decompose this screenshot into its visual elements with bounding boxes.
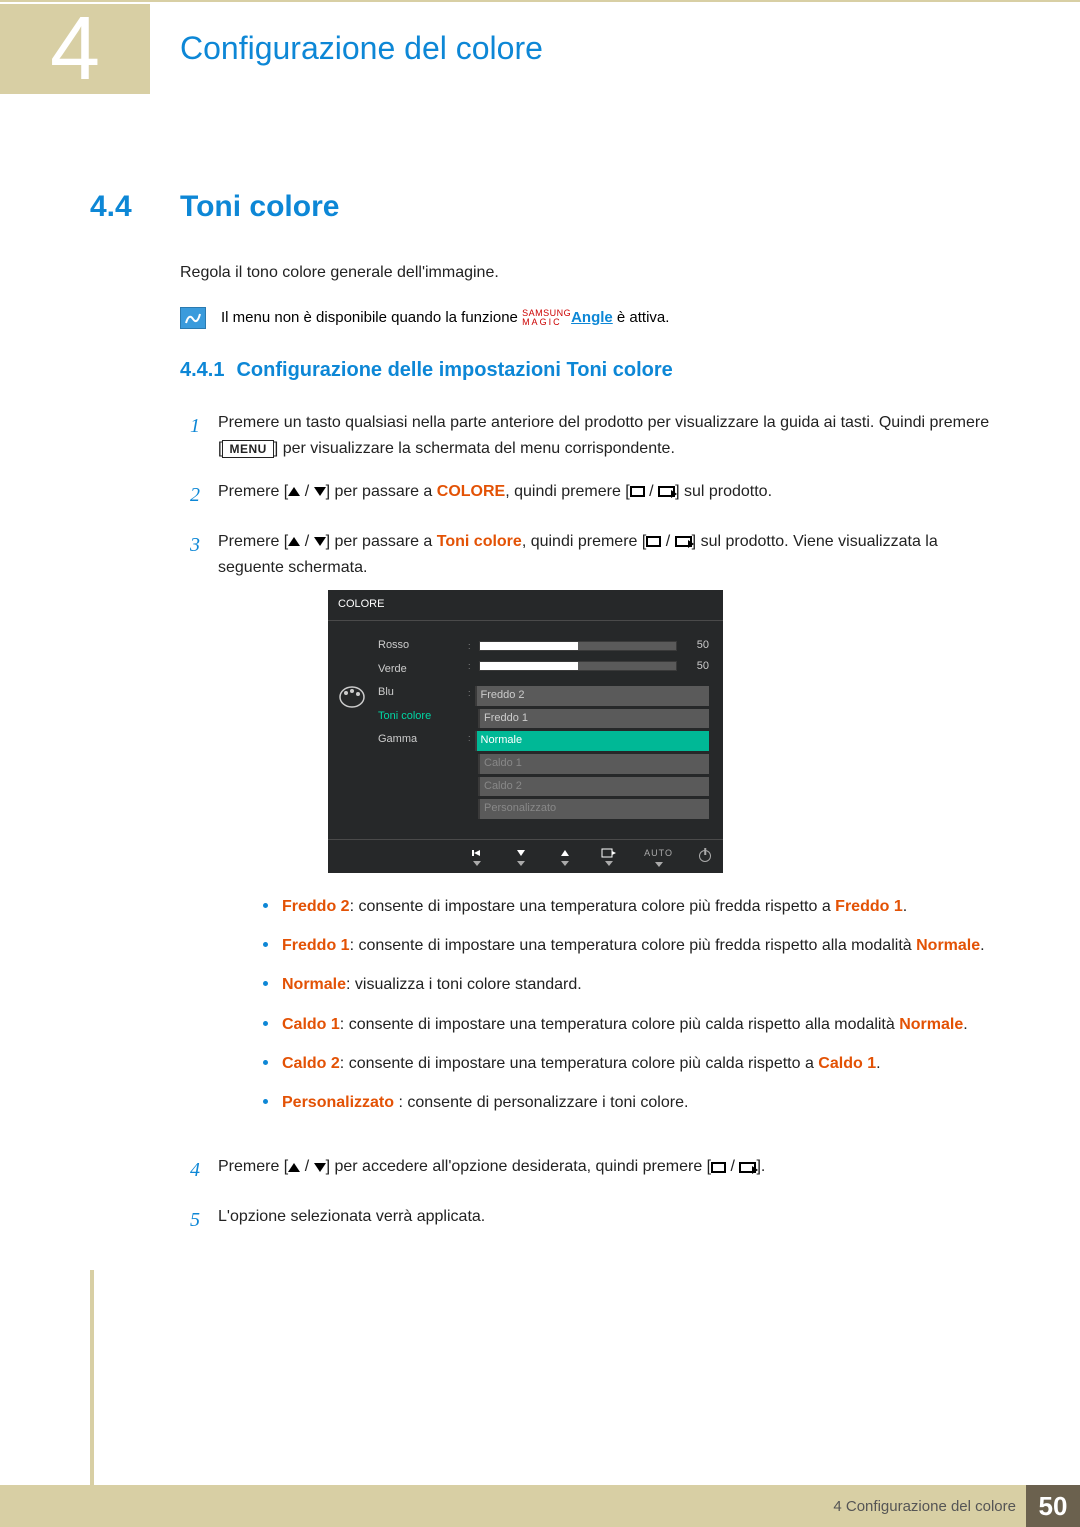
angle-link[interactable]: Angle <box>571 309 613 326</box>
chapter-number: 4 <box>50 4 100 94</box>
osd-back-icon <box>468 846 486 866</box>
osd-menu-toni: Toni colore <box>378 708 431 726</box>
note-row: Il menu non è disponibile quando la funz… <box>180 307 990 329</box>
dd-freddo2: Freddo 2 <box>475 686 709 706</box>
section-title: Toni colore <box>180 190 339 224</box>
enter-icon <box>658 486 675 497</box>
palette-icon <box>338 685 368 819</box>
step-list: 1 Premere un tasto qualsiasi nella parte… <box>180 410 990 1236</box>
osd-up-icon <box>556 846 574 866</box>
note-icon <box>180 307 206 329</box>
osd-enter-icon <box>600 846 618 866</box>
osd-down-icon <box>512 846 530 866</box>
bullet-freddo2: Freddo 2: consente di impostare una temp… <box>263 893 990 920</box>
osd-menu-verde: Verde <box>378 661 431 679</box>
rect-icon <box>630 486 645 497</box>
menu-button-label: MENU <box>222 440 273 458</box>
enter-icon <box>739 1162 756 1173</box>
samsung-magic-logo: SAMSUNGMAGIC <box>522 309 571 327</box>
dd-caldo2: Caldo 2 <box>478 777 709 797</box>
up-arrow-icon <box>288 537 300 546</box>
rect-icon <box>711 1162 726 1173</box>
step-3: 3 Premere [ / ] per passare a Toni color… <box>180 529 990 1136</box>
dd-pers: Personalizzato <box>478 799 709 819</box>
osd-power-icon <box>699 850 711 862</box>
slider-rosso: : 50 <box>468 637 709 655</box>
chapter-title: Configurazione del colore <box>180 30 543 67</box>
up-arrow-icon <box>288 487 300 496</box>
dd-freddo1: Freddo 1 <box>478 709 709 729</box>
rect-icon <box>646 536 661 547</box>
section-number: 4.4 <box>90 190 180 224</box>
subsection-number: 4.4.1 <box>180 359 224 382</box>
osd-menu-rosso: Rosso <box>378 637 431 655</box>
bullet-pers: Personalizzato : consente di personalizz… <box>263 1089 990 1116</box>
bullet-list: Freddo 2: consente di impostare una temp… <box>263 893 990 1116</box>
page-number: 50 <box>1026 1485 1080 1527</box>
bullet-caldo2: Caldo 2: consente di impostare una tempe… <box>263 1050 990 1077</box>
step-4: 4 Premere [ / ] per accedere all'opzione… <box>180 1154 990 1186</box>
chapter-header: 4 Configurazione del colore <box>0 0 1080 95</box>
osd-footer: AUTO <box>328 839 723 873</box>
note-text: Il menu non è disponibile quando la funz… <box>221 309 669 327</box>
step-5: 5 L'opzione selezionata verrà applicata. <box>180 1204 990 1236</box>
dd-normale: Normale <box>475 731 709 751</box>
page-footer: 4 Configurazione del colore 50 <box>0 1485 1080 1527</box>
bullet-normale: Normale: visualizza i toni colore standa… <box>263 971 990 998</box>
footer-text: 4 Configurazione del colore <box>833 1498 1016 1515</box>
side-stripe <box>90 1270 94 1485</box>
chapter-badge: 4 <box>0 4 150 94</box>
enter-icon <box>675 536 692 547</box>
slider-verde: : 50 <box>468 658 709 676</box>
osd-auto-label: AUTO <box>644 846 673 867</box>
step-2: 2 Premere [ / ] per passare a COLORE, qu… <box>180 479 990 511</box>
osd-menu: Rosso Verde Blu Toni colore Gamma <box>378 637 431 819</box>
down-arrow-icon <box>314 1163 326 1172</box>
osd-screenshot: COLORE Rosso Verde Blu Toni co <box>328 590 723 873</box>
subsection-title: Configurazione delle impostazioni Toni c… <box>236 359 672 382</box>
down-arrow-icon <box>314 487 326 496</box>
down-arrow-icon <box>314 537 326 546</box>
osd-menu-blu: Blu <box>378 684 431 702</box>
osd-menu-gamma: Gamma <box>378 731 431 749</box>
step-1: 1 Premere un tasto qualsiasi nella parte… <box>180 410 990 461</box>
bullet-freddo1: Freddo 1: consente di impostare una temp… <box>263 932 990 959</box>
dd-caldo1: Caldo 1 <box>478 754 709 774</box>
subsection-heading: 4.4.1 Configurazione delle impostazioni … <box>180 359 990 382</box>
bullet-caldo1: Caldo 1: consente di impostare una tempe… <box>263 1011 990 1038</box>
up-arrow-icon <box>288 1163 300 1172</box>
section-heading: 4.4 Toni colore <box>90 190 990 224</box>
osd-title: COLORE <box>328 590 723 621</box>
intro-text: Regola il tono colore generale dell'imma… <box>180 264 990 282</box>
